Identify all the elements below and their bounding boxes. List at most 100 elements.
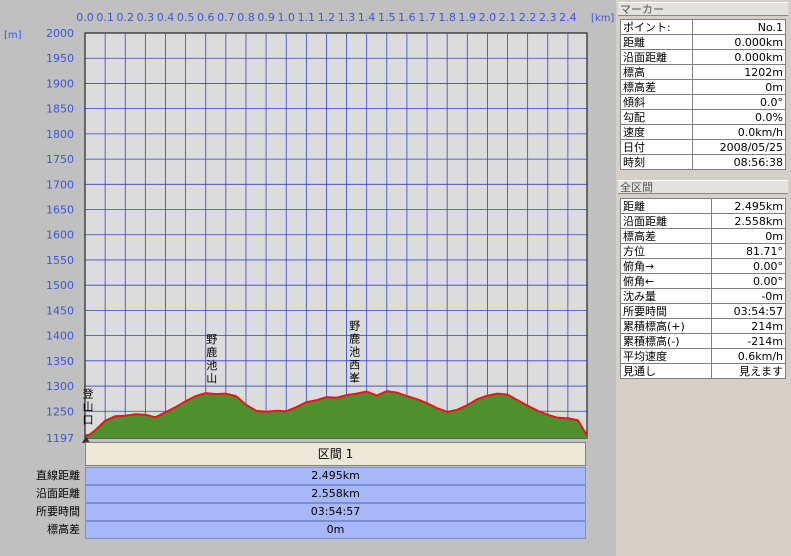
seg-label-straight-distance: 直線距離 [36,469,80,482]
y-tick-label: 1500 [46,279,74,292]
x-axis-ticks: 0.0 0.1 0.2 0.3 0.4 0.5 0.6 0.7 0.8 0.9 1.0 1.1 1.2 1… [76,11,576,24]
marker-table: ポイント: No.1 距離 0.000km 沿面距離 0.000km 標高 1202m … [620,19,787,170]
annotation-char: 野 [206,333,217,346]
peak-annotation: 登山口 [83,386,94,426]
x-tick-label: 2.4 [559,11,577,24]
y-tick-label: 1900 [46,77,74,90]
marker-key: 速度 [620,124,693,140]
x-tick-label: 1.8 [438,11,456,24]
total-section-title[interactable]: 全区間 [618,180,788,194]
x-tick-label: 1.2 [318,11,336,24]
marker-key: 標高差 [620,79,693,95]
y-tick-label: 1750 [46,153,74,166]
total-key: 見通し [620,363,712,379]
total-value: 2.495km [710,198,787,214]
x-tick-label: 0.7 [217,11,235,24]
marker-row: 沿面距離 0.000km [620,49,787,65]
total-value: 0.00° [710,258,787,274]
marker-row: 時刻 08:56:38 [620,154,787,170]
total-row: 方位 81.71° [620,243,787,259]
marker-row: 速度 0.0km/h [620,124,787,140]
total-key: 俯角→ [620,258,712,274]
marker-value: No.1 [691,19,787,35]
total-row: 沿面距離 2.558km [620,213,787,229]
total-value: 81.71° [710,243,787,259]
y-tick-label: 2000 [46,27,74,40]
total-key: 平均速度 [620,348,712,364]
annotation-char: 口 [83,413,94,426]
marker-row: 傾斜 0.0° [620,94,787,110]
total-value: -0m [710,288,787,304]
x-tick-label: 2.0 [479,11,497,24]
marker-value: 2008/05/25 [691,139,787,155]
total-value: 0.00° [710,273,787,289]
y-tick-label: 1450 [46,304,74,317]
plot-area[interactable] [82,32,588,443]
marker-value: 0.0km/h [691,124,787,140]
total-row: 累積標高(+) 214m [620,318,787,334]
marker-key: 沿面距離 [620,49,693,65]
marker-row: 日付 2008/05/25 [620,139,787,155]
y-tick-label: 1197 [46,432,74,445]
plot-background [84,32,588,439]
total-key: 累積標高(+) [620,318,712,334]
x-tick-label: 2.1 [499,11,517,24]
seg-label-duration: 所要時間 [36,505,80,518]
total-table: 距離 2.495km 沿面距離 2.558km 標高差 0m 方位 81.71° 俯角→… [620,198,787,379]
peak-annotation: 野鹿池山 [206,333,217,385]
y-tick-label: 1650 [46,204,74,217]
y-tick-label: 1550 [46,254,74,267]
total-row: 距離 2.495km [620,198,787,214]
annotation-char: 峯 [349,372,360,385]
segment-header[interactable]: 区間 1 [85,442,586,466]
x-tick-label: 1.3 [338,11,356,24]
marker-value: 0.000km [691,34,787,50]
x-tick-label: 0.2 [116,11,134,24]
x-tick-label: 0.0 [76,11,94,24]
annotation-char: 池 [349,346,360,359]
total-key: 所要時間 [620,303,712,319]
total-value: 2.558km [710,213,787,229]
total-key: 沿面距離 [620,213,712,229]
total-value: 0m [710,228,787,244]
y-tick-label: 1700 [46,178,74,191]
total-key: 累積標高(-) [620,333,712,349]
x-tick-label: 1.7 [418,11,436,24]
total-row: 累積標高(-) -214m [620,333,787,349]
x-tick-label: 1.4 [358,11,376,24]
y-tick-label: 1850 [46,103,74,116]
seg-value-straight-distance: 2.495km [85,467,586,485]
total-row: 沈み量 -0m [620,288,787,304]
seg-value-elevation-diff: 0m [85,521,586,539]
marker-value: 0.0° [691,94,787,110]
peak-annotation: 野鹿池西峯 [349,320,360,385]
x-tick-label: 2.3 [539,11,557,24]
annotation-char: 鹿 [206,345,217,359]
marker-section-title[interactable]: マーカー [618,2,788,16]
x-tick-label: 1.5 [378,11,396,24]
total-value: 03:54:57 [710,303,787,319]
marker-value: 1202m [691,64,787,80]
total-key: 沈み量 [620,288,712,304]
seg-value-duration: 03:54:57 [85,503,586,521]
annotation-char: 鹿 [349,332,360,346]
y-tick-label: 1400 [46,330,74,343]
marker-key: 時刻 [620,154,693,170]
total-row: 見通し 見えます [620,363,787,379]
total-row: 俯角← 0.00° [620,273,787,289]
x-tick-label: 0.8 [237,11,255,24]
total-value: -214m [710,333,787,349]
total-value: 見えます [710,363,787,379]
x-tick-label: 2.2 [519,11,537,24]
marker-row: 標高 1202m [620,64,787,80]
y-tick-label: 1350 [46,355,74,368]
total-row: 平均速度 0.6km/h [620,348,787,364]
marker-value: 0.0% [691,109,787,125]
annotation-char: 山 [206,372,217,385]
total-key: 方位 [620,243,712,259]
marker-row: 勾配 0.0% [620,109,787,125]
annotation-char: 山 [83,400,94,413]
y-tick-label: 1300 [46,380,74,393]
total-value: 0.6km/h [710,348,787,364]
marker-key: 距離 [620,34,693,50]
